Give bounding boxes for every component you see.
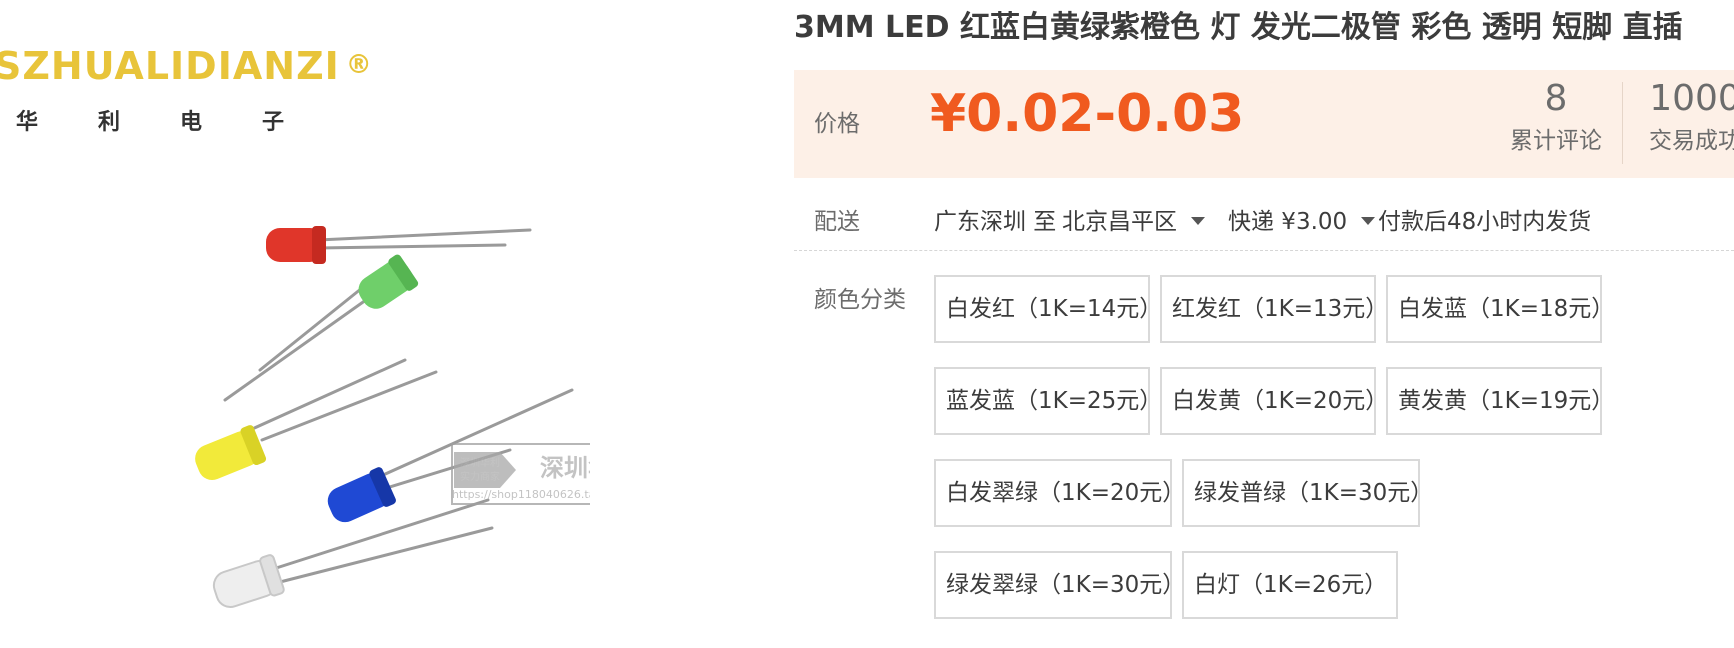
sku-option[interactable]: 白灯（1K=26元） [1182,551,1398,619]
svg-text:实力商家: 实力商家 [460,470,500,483]
stat-divider [1622,82,1623,164]
sku-option[interactable]: 白发翠绿（1K=20元） [934,459,1185,527]
shipping-note: 付款后48小时内发货 [1378,209,1592,235]
shipping-method-select[interactable]: 快递 ¥3.00 [1228,202,1376,236]
price-label: 价格 [814,111,860,137]
svg-text:深圳华利: 深圳华利 [460,456,500,469]
sku-option[interactable]: 白发蓝（1K=18元） [1386,275,1614,343]
sku-option[interactable]: 红发红（1K=13元） [1160,275,1388,343]
sku-option[interactable]: 绿发翠绿（1K=30元） [934,551,1185,619]
sku-option[interactable]: 绿发普绿（1K=30元） [1182,459,1433,527]
watermark: 深圳华利 实力商家 深圳华利电子 https://shop118040626.t… [451,443,590,505]
product-title: 3MM LED 红蓝白黄绿紫橙色 灯 发光二极管 彩色 透明 短脚 直插 [794,10,1683,45]
sku-option[interactable]: 白发红（1K=14元） [934,275,1162,343]
product-info-panel: 3MM LED 红蓝白黄绿紫橙色 灯 发光二极管 彩色 透明 短脚 直插 价格 … [790,0,1734,648]
shipping-row: 配送 广东深圳 至 北京昌平区 快递 ¥3.00 付款后48小时内发货 [794,190,1734,251]
brand-chinese-name: 华利电子 [16,110,285,135]
product-image-panel: SZHUALIDIANZI® 华利电子 深圳华利 实力商家 深圳华利电子 htt… [0,0,790,648]
sku-option[interactable]: 白发黄（1K=20元） [1160,367,1388,435]
brand-logo: SZHUALIDIANZI ® [0,44,373,88]
review-count[interactable]: 8 累计评论 [1506,78,1606,155]
sku-option[interactable]: 黄发黄（1K=19元） [1386,367,1614,435]
shipping-label: 配送 [814,209,860,235]
sku-option[interactable]: 蓝发蓝（1K=25元） [934,367,1162,435]
shipping-from: 广东深圳 至 [934,209,1057,235]
price-box: 价格 ¥0.02-0.03 8 累计评论 1000 交易成功 [794,70,1734,178]
color-option-label: 颜色分类 [814,287,906,313]
chevron-down-icon [1361,217,1376,225]
sales-count: 1000 交易成功 [1649,78,1734,154]
price-value: ¥0.02-0.03 [930,84,1245,144]
chevron-down-icon [1191,217,1205,225]
svg-text:https://shop118040626.taobao.c: https://shop118040626.taobao.com [452,488,590,501]
product-photo: 深圳华利 实力商家 深圳华利电子 https://shop118040626.t… [195,226,590,609]
destination-select[interactable]: 北京昌平区 [1062,202,1205,236]
svg-text:深圳华利电子: 深圳华利电子 [540,454,590,482]
